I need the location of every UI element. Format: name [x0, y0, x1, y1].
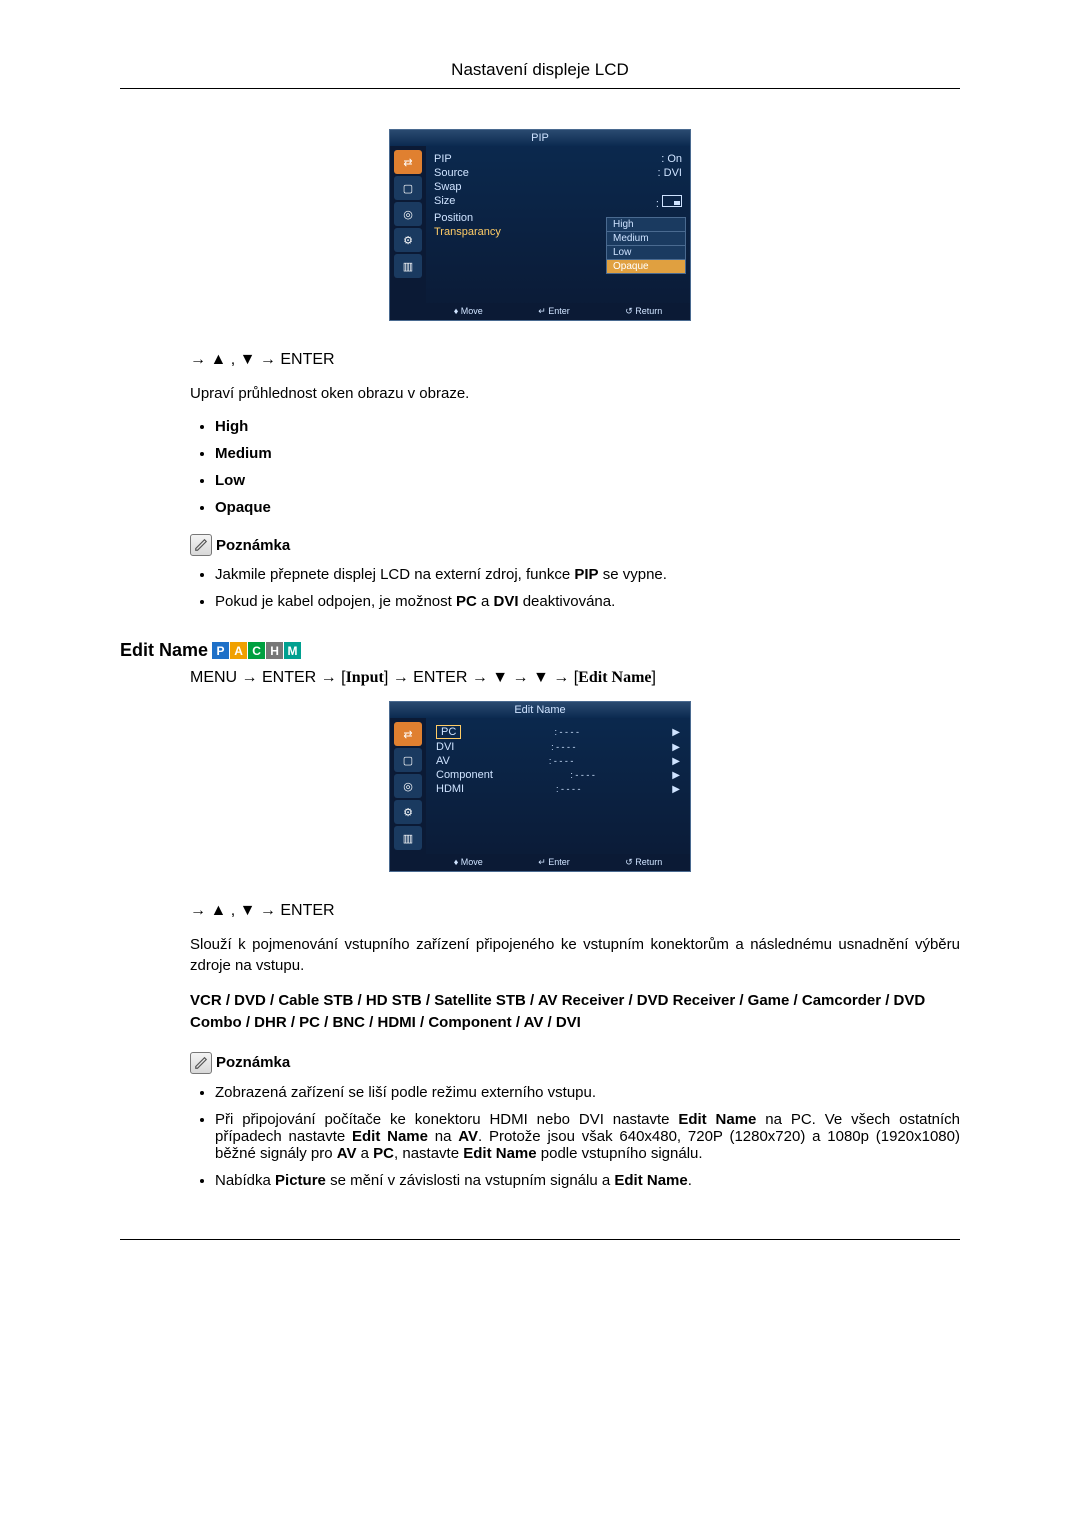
- osd-row-label: Size: [434, 195, 455, 210]
- osd-footer-return: ↺ Return: [625, 857, 662, 868]
- osd-option-selected: Opaque: [606, 259, 686, 274]
- note-icon: [190, 1052, 212, 1074]
- osd-editname-menu: Edit Name ⇄ ▢ ◎ ⚙ ▥ PC : - - - - ▶ DVI : - …: [389, 701, 691, 872]
- osd-icon-sound: ◎: [394, 774, 422, 798]
- page-title: Nastavení displeje LCD: [120, 60, 960, 89]
- osd-footer-enter: ↵ Enter: [538, 857, 570, 868]
- arrow-right-icon: ▶: [672, 784, 680, 795]
- osd-dropdown: High Medium Low Opaque: [606, 218, 686, 274]
- osd-sidebar-icons: ⇄ ▢ ◎ ⚙ ▥: [390, 718, 426, 854]
- osd-footer-return: ↺ Return: [625, 306, 662, 317]
- osd-row-label: Swap: [434, 181, 462, 193]
- menu-path: MENU → ENTER → [Input] → ENTER → ▼ → ▼ →…: [190, 669, 960, 687]
- nav-instruction: → ▲ , ▼ → ENTER: [190, 902, 960, 920]
- osd-row-label: PIP: [434, 153, 452, 165]
- osd-icon-multi: ▥: [394, 254, 422, 278]
- osd-title: PIP: [390, 130, 690, 146]
- arrow-right-icon: ▶: [672, 770, 680, 781]
- arrow-right-icon: ▶: [672, 756, 680, 767]
- badge-a: A: [230, 642, 247, 659]
- osd-item: DVI: [436, 741, 454, 753]
- osd-pip-menu: PIP ⇄ ▢ ◎ ⚙ ▥ PIP : On Source : DVI Swap S…: [389, 129, 691, 321]
- list-item: Při připojování počítače ke konektoru HD…: [215, 1111, 960, 1162]
- list-item: Medium: [215, 445, 960, 462]
- osd-icon-picture: ▢: [394, 748, 422, 772]
- option-list: High Medium Low Opaque: [190, 418, 960, 516]
- nav-instruction: → ▲ , ▼ → ENTER: [190, 351, 960, 369]
- description: Slouží k pojmenování vstupního zařízení …: [190, 934, 960, 976]
- arrow-right-icon: ▶: [672, 742, 680, 753]
- osd-row-label: Position: [434, 212, 473, 224]
- osd-icon-setup: ⚙: [394, 800, 422, 824]
- osd-item-value: : - - - -: [551, 742, 576, 752]
- osd-footer-enter: ↵ Enter: [538, 306, 570, 317]
- badge-m: M: [284, 642, 301, 659]
- badge-p: P: [212, 642, 229, 659]
- osd-icon-input: ⇄: [394, 722, 422, 746]
- osd-item: Component: [436, 769, 493, 781]
- osd-footer-move: ♦ Move: [454, 857, 483, 868]
- osd-footer: ♦ Move ↵ Enter ↺ Return: [390, 854, 690, 871]
- osd-icon-input: ⇄: [394, 150, 422, 174]
- section-heading: Edit Name P A C H M: [120, 640, 960, 661]
- list-item: Nabídka Picture se mění v závislosti na …: [215, 1172, 960, 1189]
- mode-badges: P A C H M: [212, 642, 301, 659]
- footer-rule: [120, 1239, 960, 1240]
- osd-option: Medium: [606, 231, 686, 246]
- note-label: Poznámka: [216, 1054, 290, 1071]
- list-item: Zobrazená zařízení se liší podle režimu …: [215, 1084, 960, 1101]
- list-item: Low: [215, 472, 960, 489]
- osd-icon-picture: ▢: [394, 176, 422, 200]
- list-item: Pokud je kabel odpojen, je možnost PC a …: [215, 593, 960, 610]
- osd-footer-move: ♦ Move: [454, 306, 483, 317]
- list-item: Opaque: [215, 499, 960, 516]
- osd-item-value: : - - - -: [570, 770, 595, 780]
- osd-option: Low: [606, 245, 686, 260]
- osd-item-value: : - - - -: [556, 784, 581, 794]
- description: Upraví průhlednost oken obrazu v obraze.: [190, 383, 960, 404]
- badge-c: C: [248, 642, 265, 659]
- list-item: Jakmile přepnete displej LCD na externí …: [215, 566, 960, 583]
- osd-item-value: : - - - -: [549, 756, 574, 766]
- note-list: Jakmile přepnete displej LCD na externí …: [190, 566, 960, 610]
- osd-footer: ♦ Move ↵ Enter ↺ Return: [390, 303, 690, 320]
- osd-item-value: : - - - -: [555, 727, 580, 737]
- arrow-right-icon: ▶: [672, 727, 680, 738]
- osd-item: AV: [436, 755, 450, 767]
- osd-icon-setup: ⚙: [394, 228, 422, 252]
- osd-item: PC: [436, 725, 461, 739]
- osd-row-value: : DVI: [658, 167, 682, 179]
- note-list: Zobrazená zařízení se liší podle režimu …: [190, 1084, 960, 1189]
- note-label: Poznámka: [216, 537, 290, 554]
- list-item: High: [215, 418, 960, 435]
- osd-row-label: Transparancy: [434, 226, 501, 238]
- osd-option: High: [606, 217, 686, 232]
- osd-item: HDMI: [436, 783, 464, 795]
- osd-title: Edit Name: [390, 702, 690, 718]
- badge-h: H: [266, 642, 283, 659]
- osd-row-value: :: [656, 195, 682, 210]
- osd-icon-multi: ▥: [394, 826, 422, 850]
- note-icon: [190, 534, 212, 556]
- osd-sidebar-icons: ⇄ ▢ ◎ ⚙ ▥: [390, 146, 426, 303]
- device-list: VCR / DVD / Cable STB / HD STB / Satelli…: [190, 990, 960, 1034]
- osd-icon-sound: ◎: [394, 202, 422, 226]
- osd-row-label: Source: [434, 167, 469, 179]
- size-icon: [662, 195, 682, 207]
- osd-row-value: : On: [661, 153, 682, 165]
